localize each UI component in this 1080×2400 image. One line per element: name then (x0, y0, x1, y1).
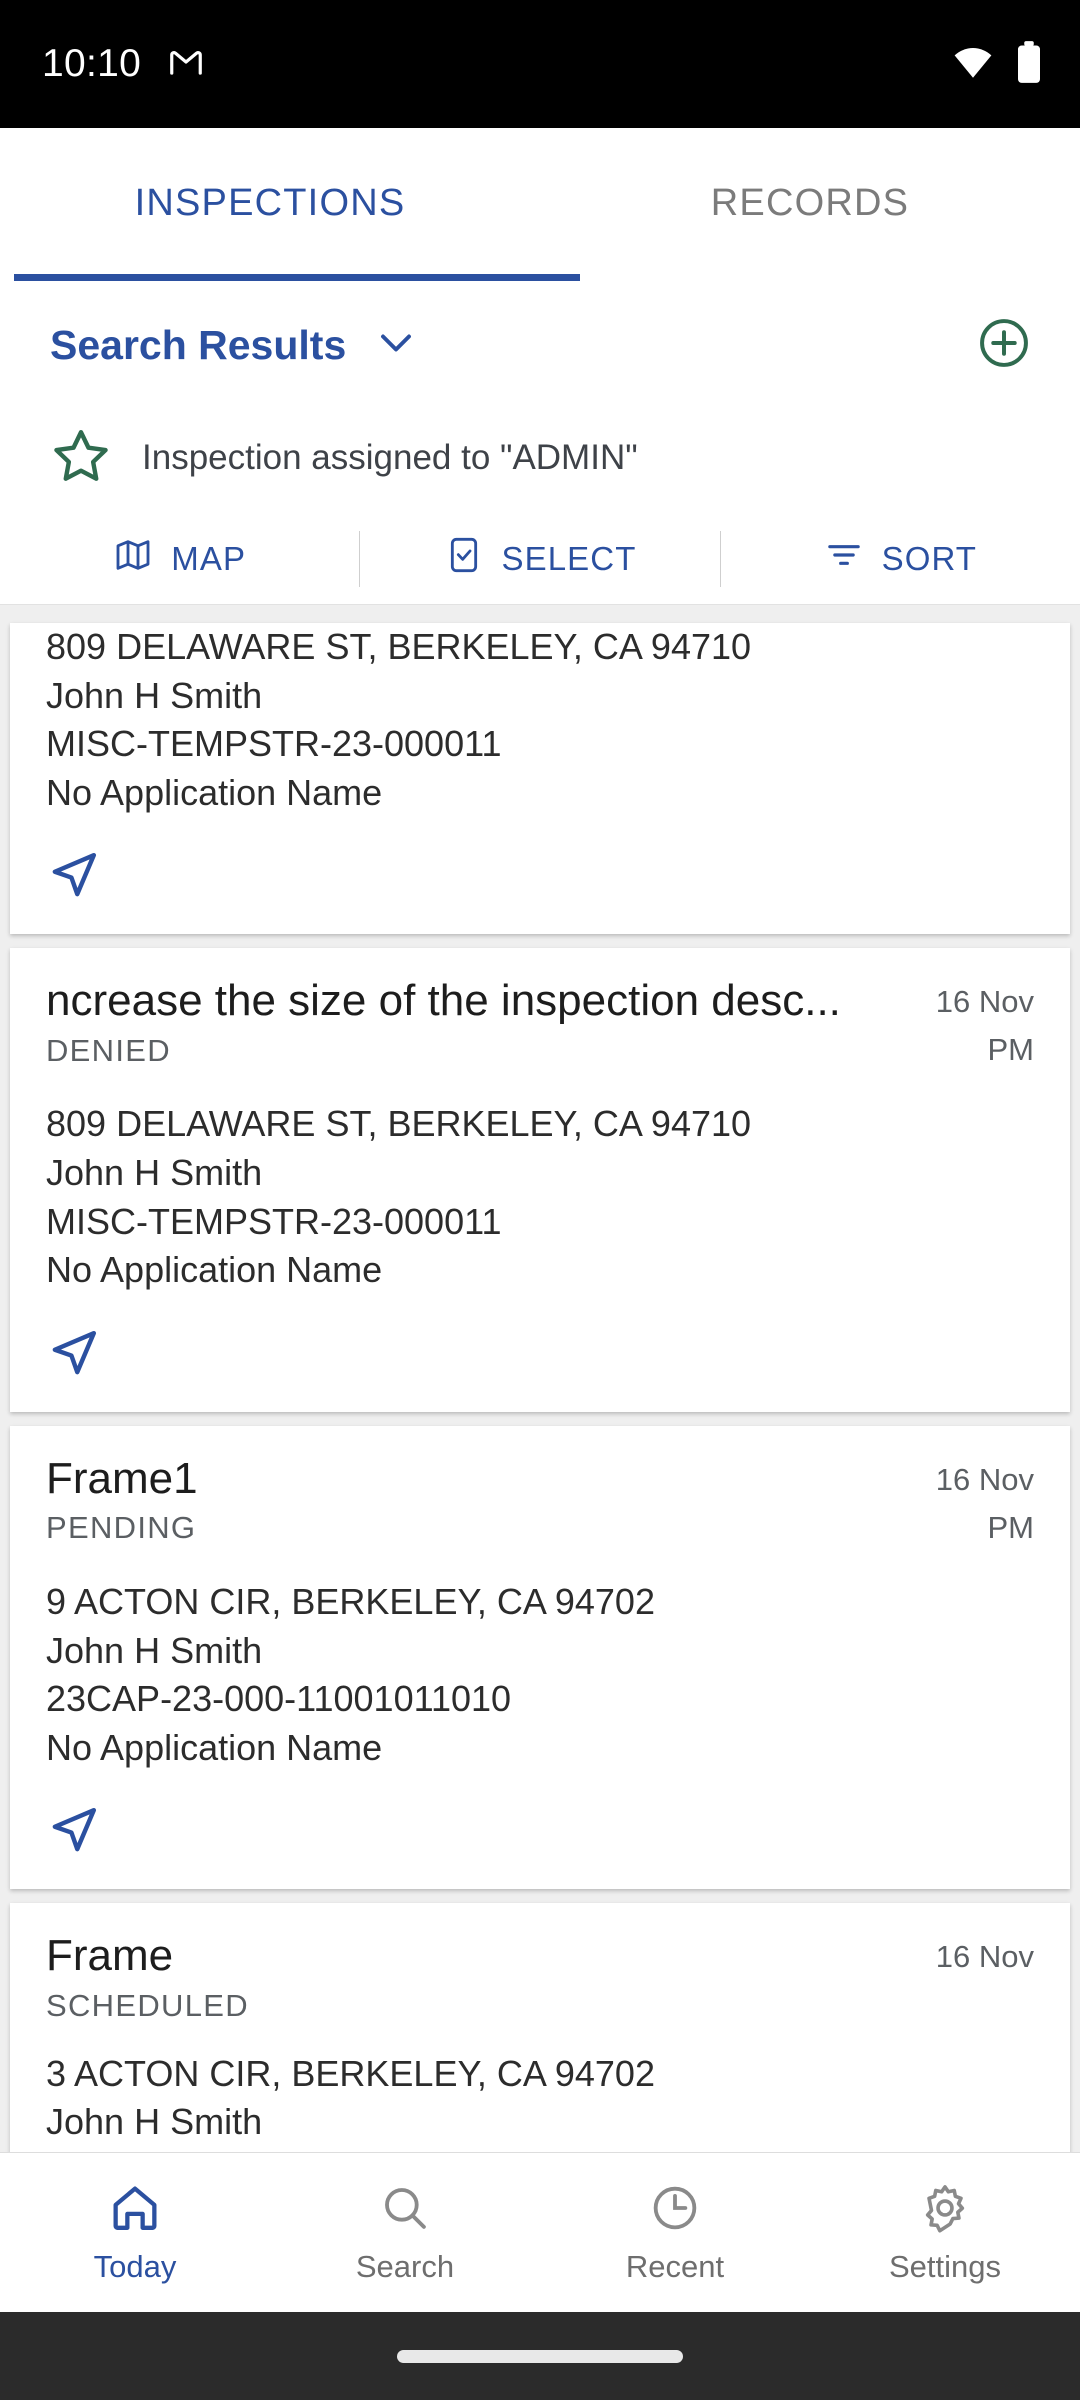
nav-label-search: Search (355, 2248, 455, 2284)
gmail-m-icon (167, 43, 205, 86)
select-label: SELECT (501, 539, 637, 577)
add-inspection-button[interactable] (976, 315, 1032, 376)
card-title: ncrease the size of the inspection desc.… (46, 978, 841, 1025)
nav-label-today: Today (93, 2248, 177, 2284)
card-date-day: 16 Nov (935, 1939, 1034, 1975)
chevron-down-icon[interactable] (376, 330, 416, 361)
status-bar-clock: 10:10 (42, 42, 142, 85)
card-application: No Application Name (46, 1249, 383, 1291)
card-address: 809 DELAWARE ST, BERKELEY, CA 94710 (46, 1103, 752, 1145)
card-date-time: PM (987, 1509, 1035, 1545)
card-date-time: PM (987, 1032, 1035, 1068)
list-item[interactable]: Frame SCHEDULED 16 Nov 3 ACTON CIR, BERK… (10, 1903, 1070, 2152)
gesture-pill[interactable] (397, 2349, 683, 2363)
nav-item-today[interactable]: Today (0, 2181, 270, 2285)
search-icon (378, 2181, 432, 2243)
list-item[interactable]: Frame1 PENDING 16 Nov PM 9 ACTON CIR, BE… (10, 1425, 1070, 1890)
card-date-day: 16 Nov (935, 984, 1034, 1020)
nav-label-settings: Settings (888, 2248, 1001, 2284)
navigate-icon[interactable] (46, 1802, 1034, 1863)
nav-item-settings[interactable]: Settings (810, 2181, 1080, 2285)
card-application: No Application Name (46, 771, 383, 813)
card-date: 16 Nov (884, 1933, 1034, 1981)
card-date-day: 16 Nov (935, 1461, 1034, 1497)
wifi-icon (952, 41, 994, 88)
status-bar-left: 10:10 (42, 42, 205, 86)
tab-records[interactable]: RECORDS (540, 128, 1080, 288)
card-title: Frame (46, 1933, 174, 1980)
assigned-text: Inspection assigned to "ADMIN" (142, 438, 638, 477)
card-record: 23CAP-23-000-11001011010 (46, 1678, 512, 1720)
status-badge: DENIED (46, 1032, 171, 1068)
sort-icon (824, 535, 864, 583)
star-outline-icon[interactable] (50, 425, 112, 492)
card-contact: John H Smith (46, 1152, 263, 1194)
phone-screen: 10:10 INSPECTIONS RECORDS Search Results… (0, 0, 1080, 2400)
card-record: MISC-TEMPSTR-23-000011 (46, 723, 502, 765)
card-title: Frame1 (46, 1455, 198, 1503)
sort-button[interactable]: SORT (721, 535, 1080, 583)
battery-icon (1016, 40, 1042, 89)
navigate-icon[interactable] (46, 1325, 1034, 1386)
navigate-icon[interactable] (46, 847, 1034, 908)
status-badge: PENDING (46, 1510, 197, 1546)
tab-inspections[interactable]: INSPECTIONS (0, 128, 540, 288)
assigned-banner[interactable]: Inspection assigned to "ADMIN" (0, 403, 1080, 513)
checkbox-icon (444, 535, 484, 583)
home-icon (108, 2181, 162, 2243)
status-bar-right (952, 40, 1042, 89)
status-bar: 10:10 (0, 0, 1080, 128)
card-record: MISC-TEMPSTR-23-000011 (46, 1200, 502, 1242)
map-label: MAP (171, 539, 247, 577)
tab-active-indicator (14, 274, 580, 281)
nav-item-search[interactable]: Search (270, 2181, 540, 2285)
sort-label: SORT (881, 539, 978, 577)
status-badge: SCHEDULED (46, 1987, 249, 2023)
card-date: 16 Nov PM (884, 978, 1034, 1074)
gear-icon (918, 2181, 972, 2243)
action-toolbar: MAP SELECT SORT (0, 513, 1080, 605)
clock-icon (648, 2181, 702, 2243)
map-button[interactable]: MAP (0, 535, 359, 583)
gesture-bar (0, 2312, 1080, 2400)
nav-label-recent: Recent (625, 2248, 725, 2284)
card-address: 809 DELAWARE ST, BERKELEY, CA 94710 (46, 626, 752, 667)
card-address: 3 ACTON CIR, BERKELEY, CA 94702 (46, 2052, 655, 2094)
select-button[interactable]: SELECT (360, 535, 719, 583)
inspection-list[interactable]: 809 DELAWARE ST, BERKELEY, CA 94710 John… (0, 605, 1080, 2152)
card-contact: John H Smith (46, 1629, 263, 1671)
card-date: 16 Nov PM (884, 1456, 1034, 1552)
card-contact: John H Smith (46, 2101, 263, 2143)
list-item[interactable]: 809 DELAWARE ST, BERKELEY, CA 94710 John… (10, 623, 1070, 935)
card-contact: John H Smith (46, 674, 263, 716)
tab-bar: INSPECTIONS RECORDS (0, 128, 1080, 288)
results-header: Search Results (0, 288, 1080, 403)
card-application: No Application Name (46, 1726, 383, 1768)
nav-item-recent[interactable]: Recent (540, 2181, 810, 2285)
bottom-navigation: Today Search Recent Settings (0, 2152, 1080, 2312)
list-item[interactable]: ncrease the size of the inspection desc.… (10, 948, 1070, 1412)
results-dropdown[interactable]: Search Results (50, 322, 416, 369)
map-icon (113, 535, 153, 583)
results-title: Search Results (50, 322, 347, 368)
card-address: 9 ACTON CIR, BERKELEY, CA 94702 (46, 1580, 655, 1622)
